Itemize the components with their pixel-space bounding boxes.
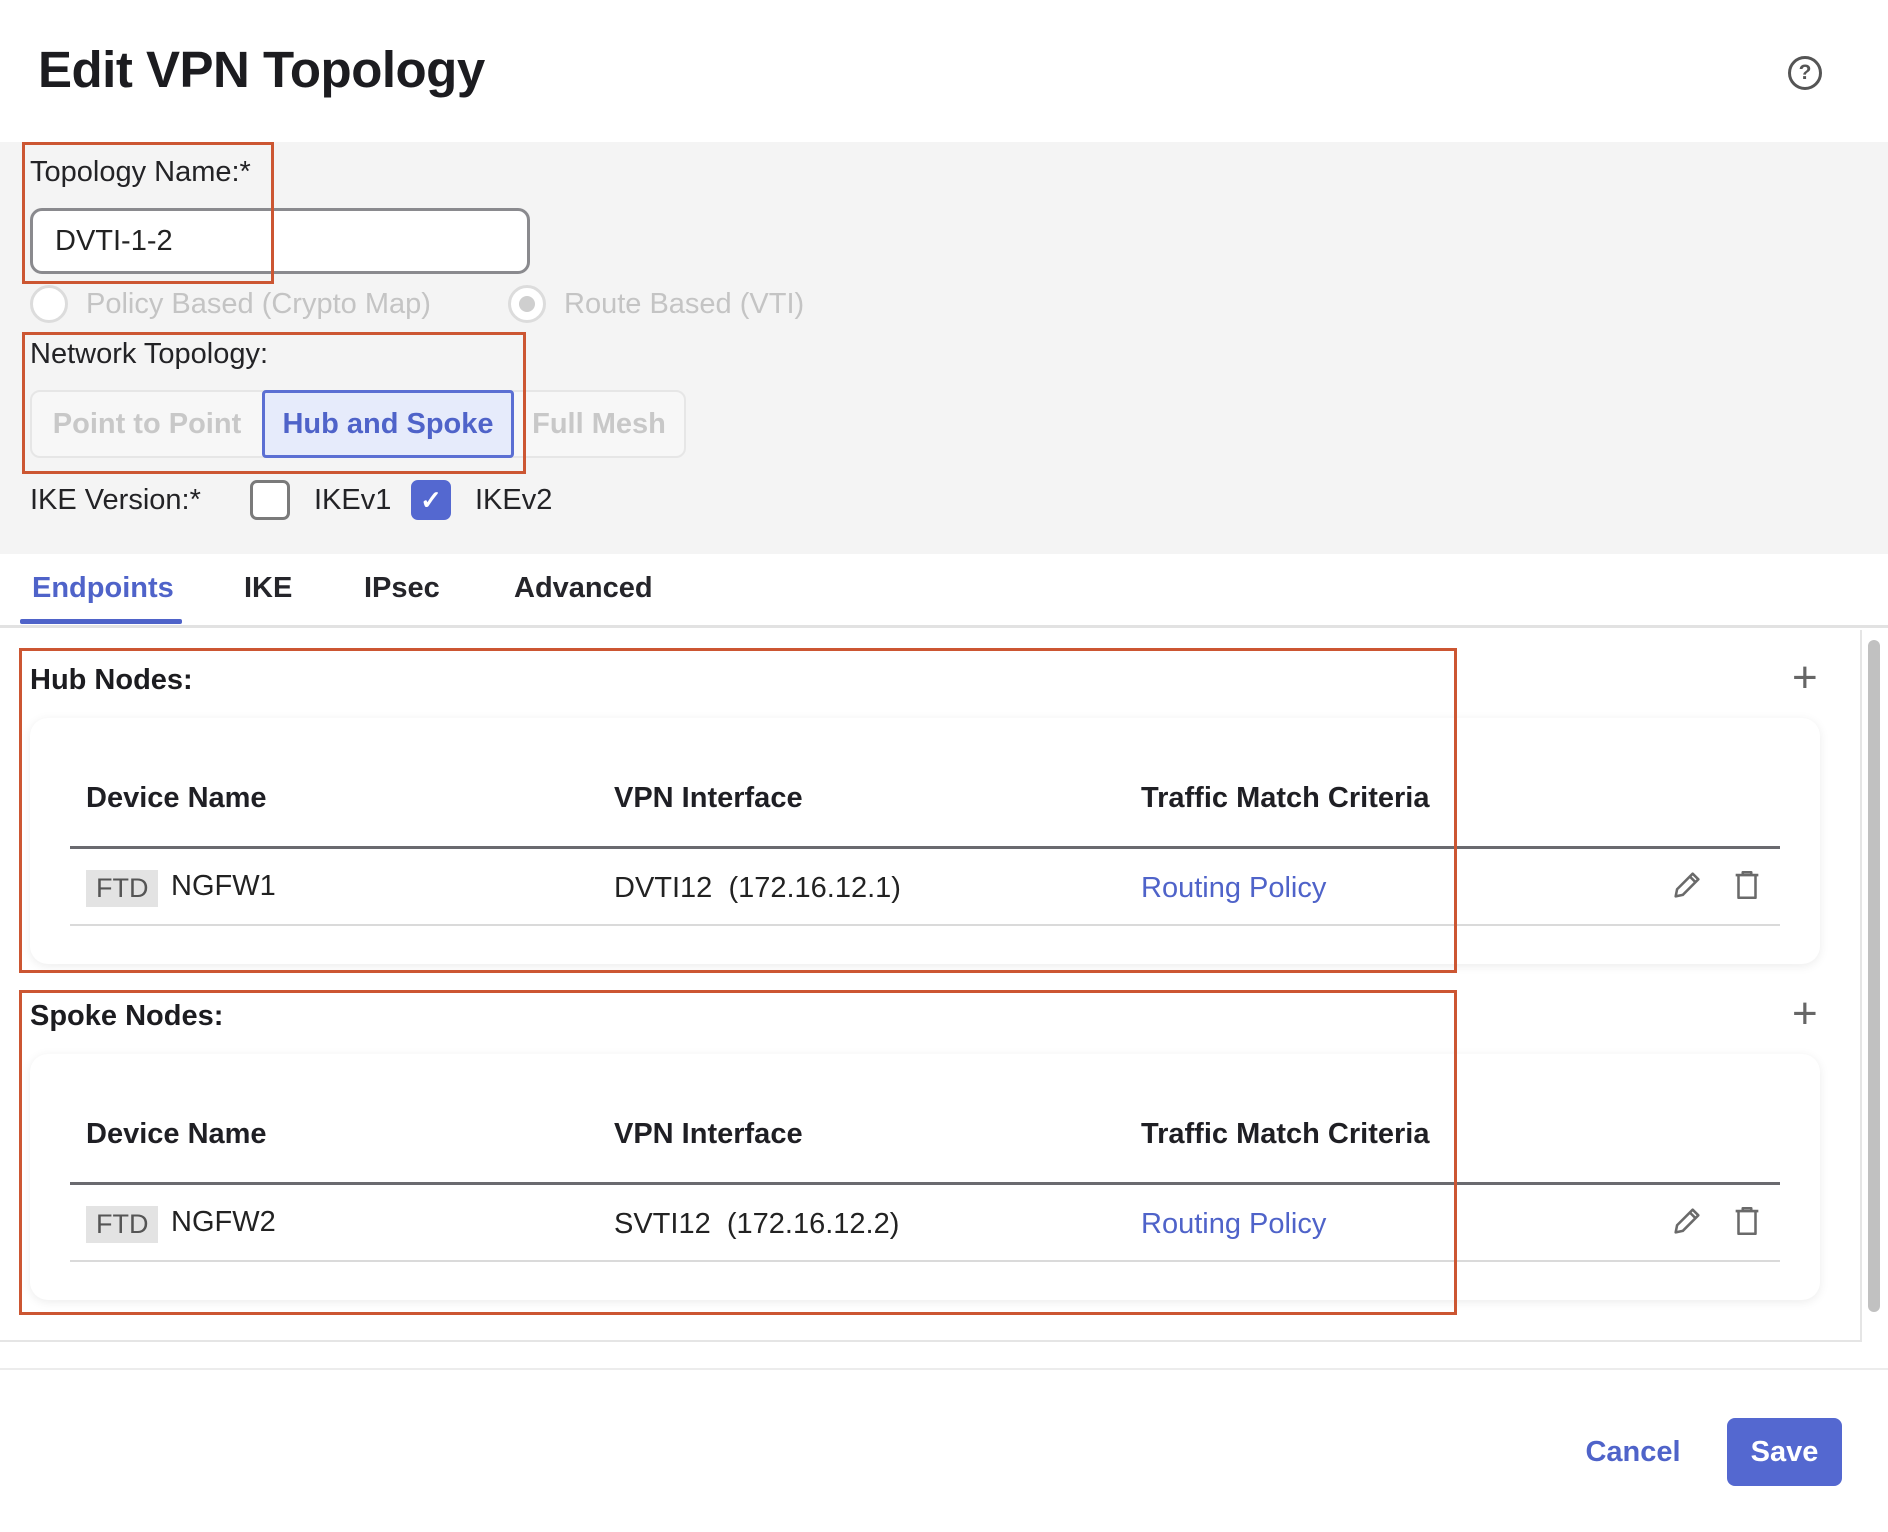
segment-full-mesh[interactable]: Full Mesh — [514, 392, 684, 456]
vpn-interface: SVTI12 (172.16.12.2) — [614, 1208, 900, 1240]
footer-divider — [0, 1368, 1888, 1370]
add-spoke-node-icon[interactable]: + — [1792, 992, 1818, 1036]
hub-nodes-title: Hub Nodes: — [30, 664, 193, 696]
checkbox-ikev1-label: IKEv1 — [314, 483, 392, 516]
ike-version-label: IKE Version:* — [30, 484, 201, 516]
radio-unselected-icon — [30, 285, 68, 323]
radio-route-based[interactable]: Route Based (VTI) — [508, 285, 804, 323]
checkbox-unchecked-icon — [250, 480, 290, 520]
checkbox-ikev2[interactable]: ✓ IKEv2 — [411, 480, 552, 520]
column-header-traffic-match: Traffic Match Criteria — [1141, 1118, 1430, 1150]
topology-name-label: Topology Name:* — [30, 156, 251, 188]
active-tab-indicator — [20, 619, 182, 624]
tab-endpoints[interactable]: Endpoints — [32, 572, 174, 605]
radio-route-based-label: Route Based (VTI) — [564, 287, 805, 320]
row-divider — [70, 924, 1780, 926]
help-icon[interactable]: ? — [1788, 56, 1822, 90]
checkbox-ikev2-label: IKEv2 — [475, 483, 553, 516]
tab-ipsec[interactable]: IPsec — [364, 572, 440, 605]
delete-trash-icon[interactable] — [1730, 868, 1764, 902]
column-header-traffic-match: Traffic Match Criteria — [1141, 782, 1430, 814]
segment-point-to-point[interactable]: Point to Point — [32, 392, 262, 456]
header-divider — [70, 1182, 1780, 1185]
column-header-vpn-interface: VPN Interface — [614, 782, 803, 814]
checkbox-ikev1[interactable]: IKEv1 — [250, 480, 391, 520]
delete-trash-icon[interactable] — [1730, 1204, 1764, 1238]
hub-nodes-card: Device Name VPN Interface Traffic Match … — [30, 718, 1820, 964]
tab-ike[interactable]: IKE — [244, 572, 292, 605]
tab-advanced[interactable]: Advanced — [514, 572, 653, 605]
header-divider — [70, 846, 1780, 849]
edit-pencil-icon[interactable] — [1670, 868, 1704, 902]
tab-bar: Endpoints IKE IPsec Advanced — [0, 554, 1888, 628]
spoke-nodes-card: Device Name VPN Interface Traffic Match … — [30, 1054, 1820, 1300]
device-type-badge: FTD — [86, 1206, 159, 1243]
edit-pencil-icon[interactable] — [1670, 1204, 1704, 1238]
column-header-device-name: Device Name — [86, 1118, 267, 1150]
save-button[interactable]: Save — [1727, 1418, 1842, 1486]
routing-policy-link[interactable]: Routing Policy — [1141, 1208, 1326, 1241]
network-topology-label: Network Topology: — [30, 338, 269, 370]
cancel-button[interactable]: Cancel — [1568, 1418, 1698, 1486]
scrollbar[interactable] — [1868, 640, 1880, 1312]
network-topology-selector: Point to Point Hub and Spoke Full Mesh — [30, 390, 686, 458]
radio-policy-based-label: Policy Based (Crypto Map) — [86, 287, 431, 320]
row-divider — [70, 1260, 1780, 1262]
segment-hub-and-spoke[interactable]: Hub and Spoke — [262, 390, 514, 458]
device-name: NGFW2 — [171, 1206, 276, 1238]
radio-policy-based[interactable]: Policy Based (Crypto Map) — [30, 285, 431, 323]
add-hub-node-icon[interactable]: + — [1792, 656, 1818, 700]
device-name: NGFW1 — [171, 870, 276, 902]
spoke-nodes-title: Spoke Nodes: — [30, 1000, 224, 1032]
radio-selected-icon — [508, 285, 546, 323]
routing-policy-link[interactable]: Routing Policy — [1141, 872, 1326, 905]
dialog-title: Edit VPN Topology — [38, 41, 485, 98]
column-header-vpn-interface: VPN Interface — [614, 1118, 803, 1150]
column-header-device-name: Device Name — [86, 782, 267, 814]
device-type-badge: FTD — [86, 870, 159, 907]
vpn-interface: DVTI12 (172.16.12.1) — [614, 872, 901, 904]
checkmark-icon: ✓ — [411, 480, 451, 520]
topology-name-input[interactable] — [30, 208, 530, 274]
